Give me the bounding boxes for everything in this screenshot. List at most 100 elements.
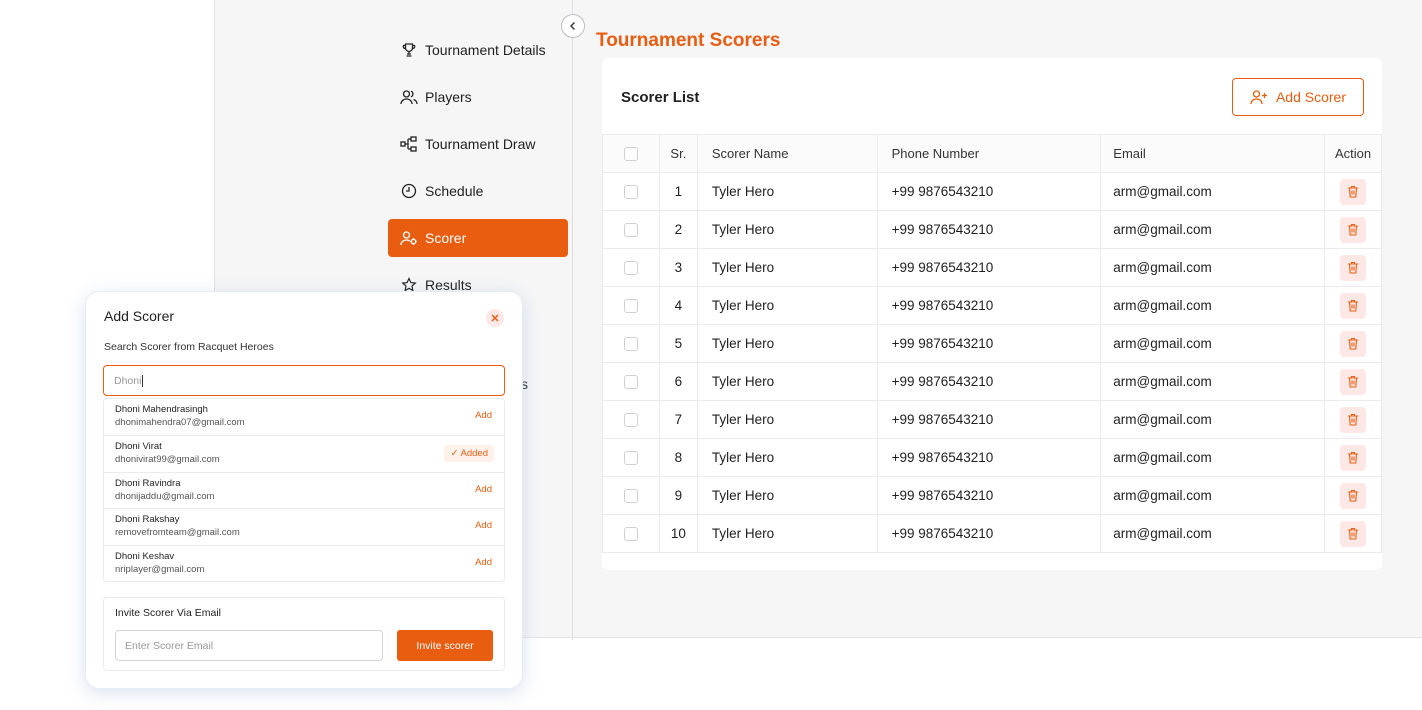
row-phone: +99 9876543210	[876, 172, 1102, 211]
table-row: 10 Tyler Hero +99 9876543210 arm@gmail.com	[602, 514, 1382, 553]
sidebar-item-players[interactable]: Players	[388, 78, 568, 116]
row-sr: 5	[658, 324, 698, 363]
row-checkbox[interactable]	[623, 489, 638, 504]
trash-icon	[1347, 223, 1359, 236]
row-action-cell	[1324, 476, 1382, 515]
row-sr: 2	[658, 210, 698, 249]
delete-button[interactable]	[1340, 216, 1367, 243]
row-email: arm@gmail.com	[1100, 324, 1326, 363]
row-scorer-name: Tyler Hero	[696, 514, 878, 553]
row-checkbox[interactable]	[623, 375, 638, 390]
table-row: 1 Tyler Hero +99 9876543210 arm@gmail.com	[602, 172, 1382, 211]
trash-icon	[1347, 261, 1359, 274]
search-value: Dhoni	[114, 374, 142, 387]
row-phone: +99 9876543210	[876, 324, 1102, 363]
row-scorer-name: Tyler Hero	[696, 438, 878, 477]
delete-button[interactable]	[1340, 406, 1367, 433]
delete-button[interactable]	[1340, 368, 1367, 395]
row-scorer-name: Tyler Hero	[696, 210, 878, 249]
row-email: arm@gmail.com	[1100, 514, 1326, 553]
row-phone: +99 9876543210	[876, 514, 1102, 553]
delete-button[interactable]	[1340, 520, 1367, 547]
chevron-left-icon	[568, 21, 578, 31]
collapse-sidebar-button[interactable]	[561, 14, 585, 38]
add-result-button[interactable]: Add	[475, 410, 492, 421]
row-scorer-name: Tyler Hero	[696, 400, 878, 439]
delete-button[interactable]	[1340, 482, 1367, 509]
search-input[interactable]: Dhoni	[103, 365, 505, 396]
search-results-list: Dhoni Mahendrasingh dhonimahendra07@gmail…	[103, 398, 505, 582]
search-result-item: Dhoni Mahendrasingh dhonimahendra07@gmail…	[104, 399, 504, 436]
column-header-action: Action	[1324, 134, 1382, 173]
row-select-cell	[602, 172, 660, 211]
row-action-cell	[1324, 438, 1382, 477]
sidebar-item-schedule[interactable]: Schedule	[388, 172, 568, 210]
trash-icon	[1347, 299, 1359, 312]
add-scorer-button[interactable]: Add Scorer	[1232, 78, 1364, 116]
table-row: 8 Tyler Hero +99 9876543210 arm@gmail.com	[602, 438, 1382, 477]
row-email: arm@gmail.com	[1100, 248, 1326, 287]
table-header-row: Sr. Scorer Name Phone Number Email Actio…	[602, 134, 1382, 173]
row-scorer-name: Tyler Hero	[696, 286, 878, 325]
table-row: 9 Tyler Hero +99 9876543210 arm@gmail.com	[602, 476, 1382, 515]
invite-email-field[interactable]: Enter Scorer Email	[115, 630, 383, 661]
table-row: 4 Tyler Hero +99 9876543210 arm@gmail.com	[602, 286, 1382, 325]
sidebar-item-label: Players	[425, 89, 472, 105]
sidebar-item-tournament-draw[interactable]: Tournament Draw	[388, 125, 568, 163]
column-header-email: Email	[1100, 134, 1326, 173]
invite-scorer-button[interactable]: Invite scorer	[397, 630, 493, 661]
row-scorer-name: Tyler Hero	[696, 324, 878, 363]
invite-email-placeholder: Enter Scorer Email	[125, 639, 214, 652]
row-action-cell	[1324, 248, 1382, 287]
row-checkbox[interactable]	[623, 413, 638, 428]
row-checkbox[interactable]	[623, 299, 638, 314]
search-result-item: Dhoni Rakshay removefromteam@gmail.com Add	[104, 509, 504, 547]
card-title: Scorer List	[621, 89, 700, 106]
row-scorer-name: Tyler Hero	[696, 172, 878, 211]
result-email: dhonimahendra07@gmail.com	[115, 417, 245, 428]
row-phone: +99 9876543210	[876, 438, 1102, 477]
delete-button[interactable]	[1340, 330, 1367, 357]
search-result-item: Dhoni Ravindra dhonijaddu@gmail.com Add	[104, 473, 504, 510]
row-email: arm@gmail.com	[1100, 286, 1326, 325]
trash-icon	[1347, 489, 1359, 502]
row-select-cell	[602, 286, 660, 325]
row-checkbox[interactable]	[623, 451, 638, 466]
scorer-list-card: Scorer List Add Scorer Sr. Scorer Name P…	[602, 58, 1382, 570]
result-email: removefromteam@gmail.com	[115, 527, 240, 539]
trophy-icon	[400, 41, 418, 59]
row-checkbox[interactable]	[623, 527, 638, 542]
sidebar-item-label: Schedule	[425, 183, 484, 199]
add-result-button[interactable]: Add	[475, 520, 492, 531]
delete-button[interactable]	[1340, 178, 1367, 205]
row-phone: +99 9876543210	[876, 286, 1102, 325]
sidebar-item-tournament-details[interactable]: Tournament Details	[388, 31, 568, 69]
select-all-cell	[602, 134, 660, 173]
row-select-cell	[602, 438, 660, 477]
row-checkbox[interactable]	[623, 185, 638, 200]
delete-button[interactable]	[1340, 444, 1367, 471]
row-checkbox[interactable]	[623, 261, 638, 276]
row-checkbox[interactable]	[623, 223, 638, 238]
result-name: Dhoni Virat	[115, 440, 162, 452]
add-result-button[interactable]: Add	[475, 557, 492, 568]
row-email: arm@gmail.com	[1100, 400, 1326, 439]
trash-icon	[1347, 375, 1359, 388]
table-row: 5 Tyler Hero +99 9876543210 arm@gmail.com	[602, 324, 1382, 363]
select-all-checkbox[interactable]	[623, 147, 638, 162]
delete-button[interactable]	[1340, 254, 1367, 281]
sidebar-item-scorer[interactable]: Scorer	[388, 219, 568, 257]
row-action-cell	[1324, 362, 1382, 401]
close-icon	[491, 314, 499, 322]
result-name: Dhoni Rakshay	[115, 514, 180, 526]
bracket-icon	[400, 135, 418, 153]
search-result-item: Dhoni Virat dhonivirat99@gmail.com ✓ Added	[104, 436, 504, 473]
result-email: dhonivirat99@gmail.com	[115, 453, 220, 465]
delete-button[interactable]	[1340, 292, 1367, 319]
modal-title: Add Scorer	[104, 308, 175, 324]
result-name: Dhoni Ravindra	[115, 477, 181, 489]
close-modal-button[interactable]	[486, 309, 504, 327]
add-result-button[interactable]: Add	[475, 484, 492, 495]
row-checkbox[interactable]	[623, 337, 638, 352]
sidebar-divider	[572, 0, 573, 640]
